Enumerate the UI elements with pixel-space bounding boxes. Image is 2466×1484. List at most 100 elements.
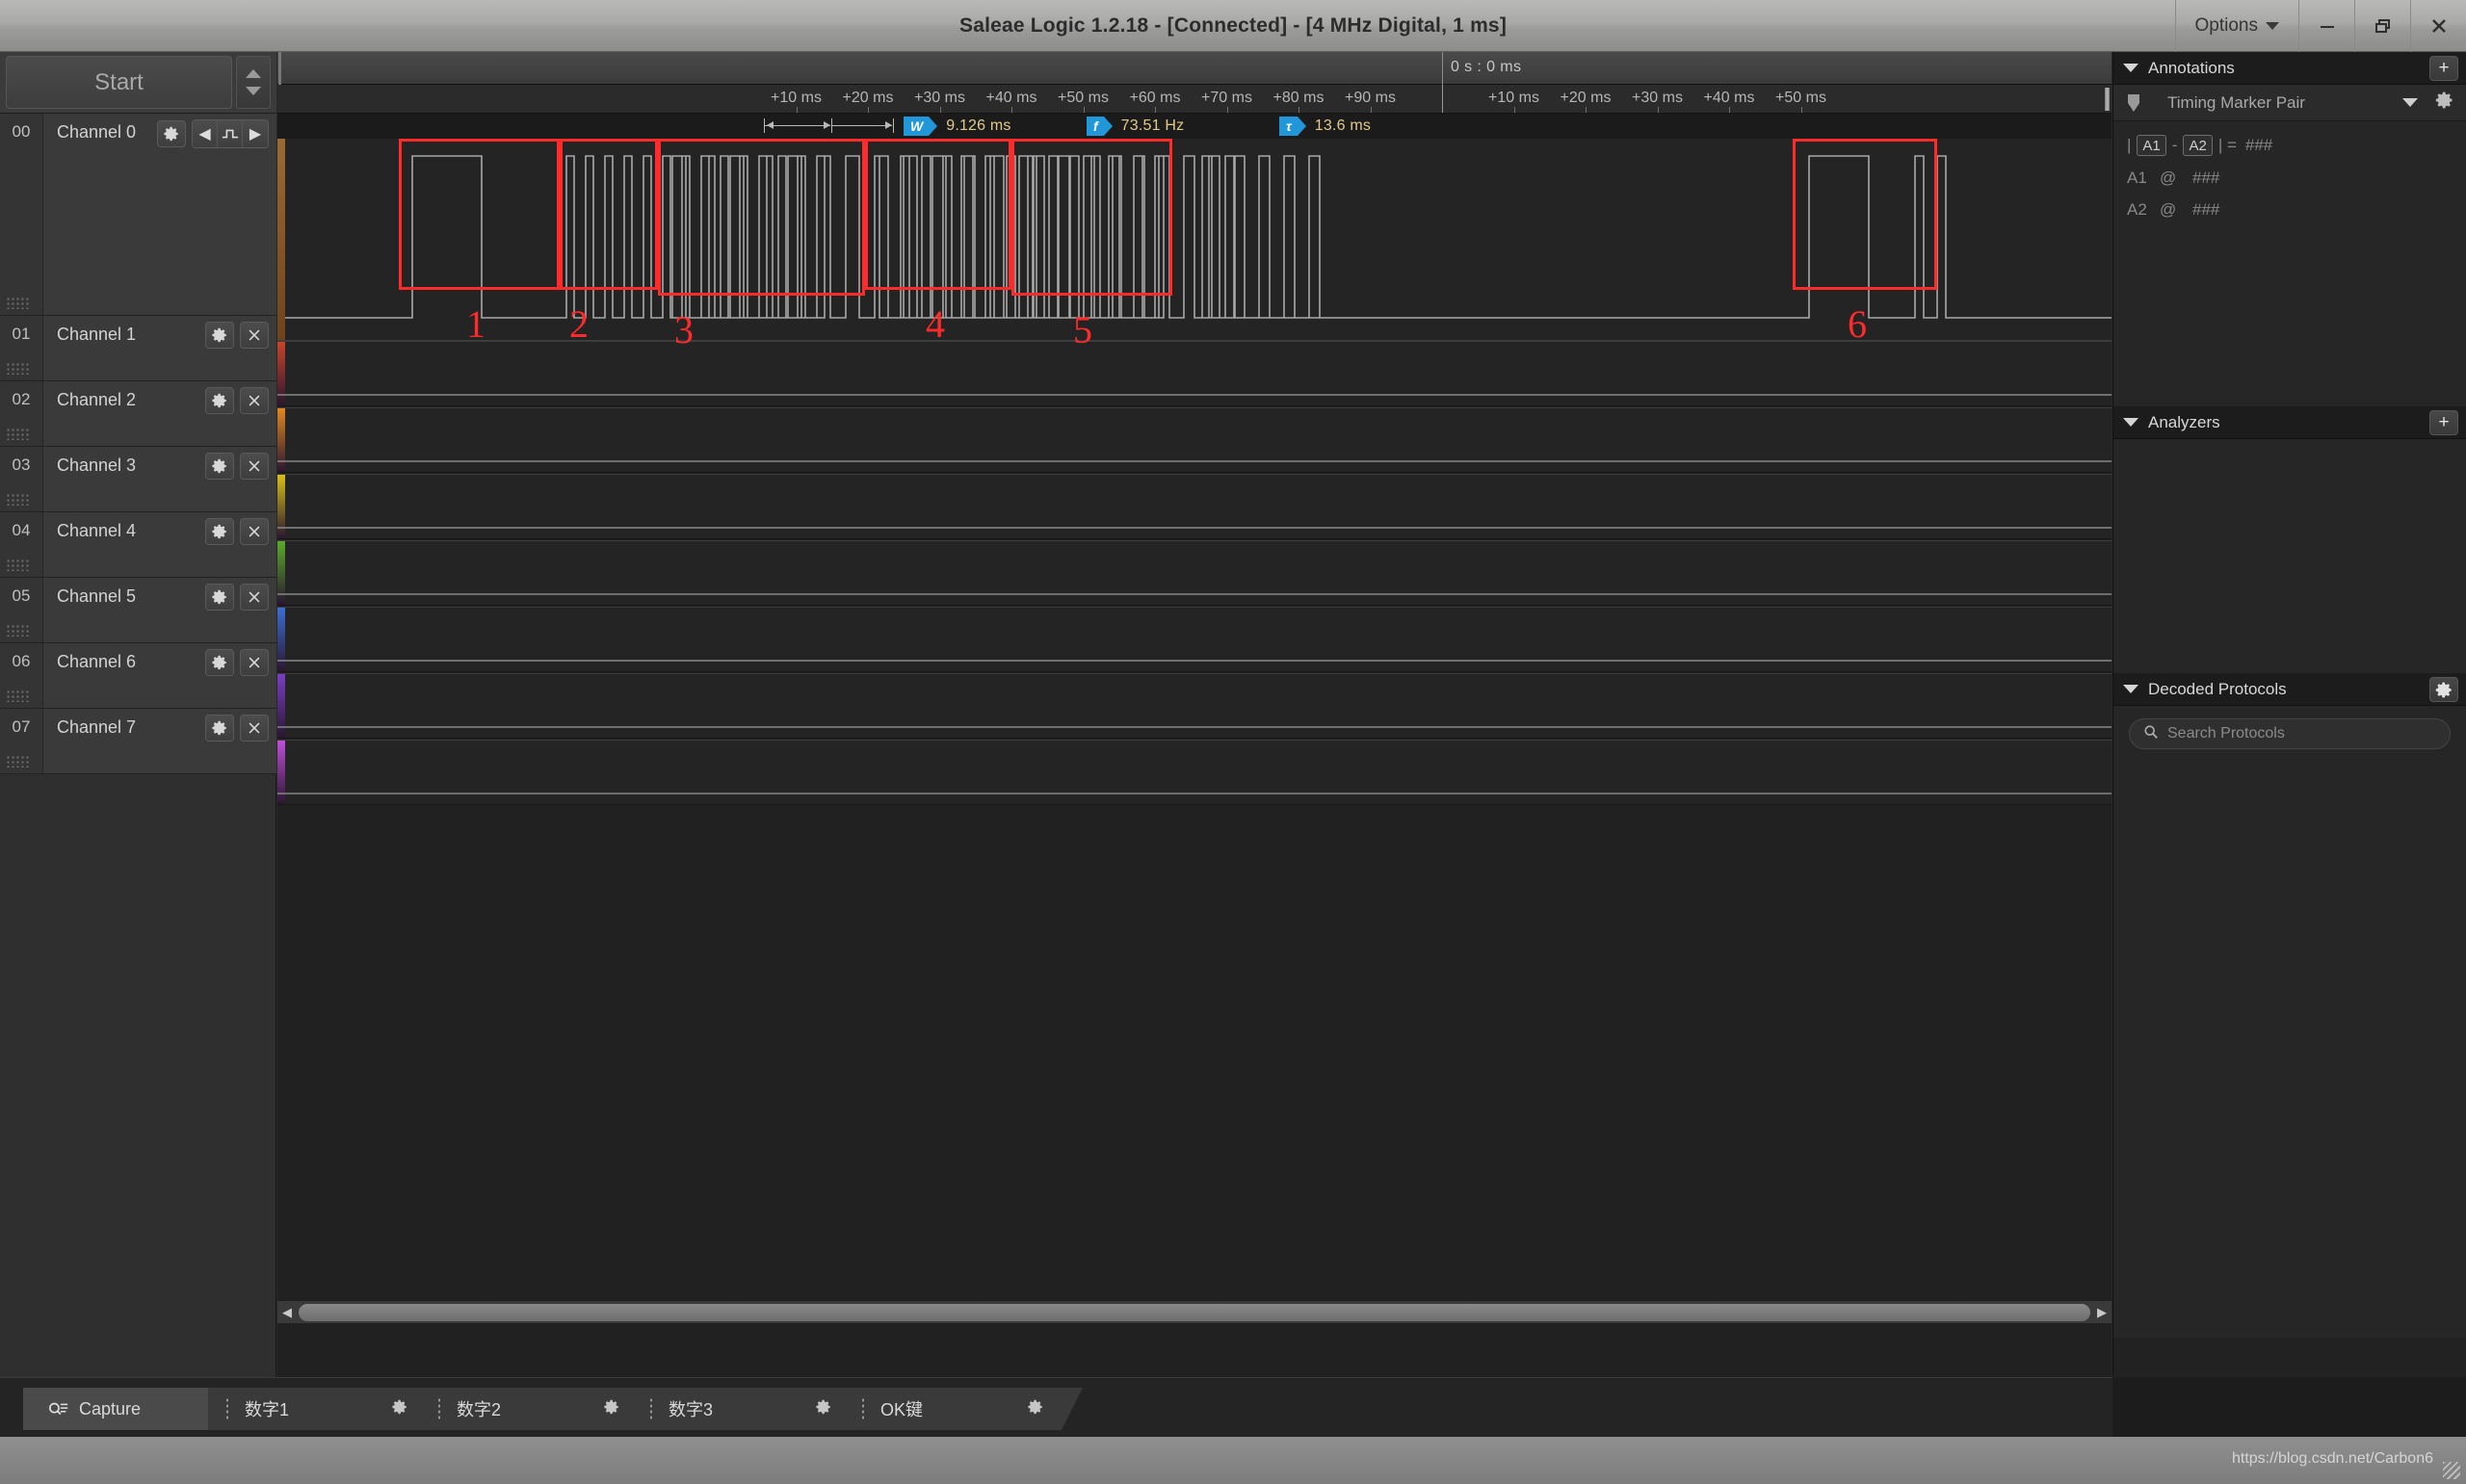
channel-5-remove-icon[interactable] — [240, 584, 269, 611]
capture-settings-stepper[interactable] — [236, 56, 271, 109]
search-icon — [2143, 724, 2159, 744]
channel-1-remove-icon[interactable] — [240, 322, 269, 349]
ruler-label-right-0: +10 ms — [1488, 90, 1539, 107]
annotations-panel-header[interactable]: Annotations + — [2113, 52, 2466, 85]
channel-5-waveform[interactable] — [277, 607, 2112, 672]
collapse-triangle-icon[interactable] — [2123, 418, 2138, 427]
channel-2-signal-line — [277, 460, 2112, 462]
channel-4-settings-gear-icon[interactable] — [205, 518, 234, 545]
analyzers-panel-header[interactable]: Analyzers + — [2113, 406, 2466, 439]
channel-drag-grip[interactable] — [6, 362, 31, 375]
channel-0-settings-gear-icon[interactable] — [157, 120, 186, 147]
stepper-up-icon[interactable] — [246, 69, 261, 78]
tab-3[interactable]: 数字3 — [632, 1388, 850, 1430]
tab-drag-dots[interactable] — [649, 1397, 653, 1420]
tab-4-settings-gear-icon[interactable] — [1027, 1398, 1044, 1420]
marker-a2-key[interactable]: A2 — [2183, 135, 2212, 156]
marker-a1-key[interactable]: A1 — [2137, 135, 2165, 156]
tab-3-settings-gear-icon[interactable] — [815, 1398, 832, 1420]
channel-3-waveform[interactable] — [277, 474, 2112, 539]
scroll-right-arrow-icon[interactable]: ▶ — [2092, 1302, 2112, 1323]
channel-row-6[interactable]: 06Channel 6 — [0, 643, 276, 709]
timeline-right-handle[interactable] — [2105, 88, 2110, 111]
channel-2-settings-gear-icon[interactable] — [205, 387, 234, 414]
channel-2-remove-icon[interactable] — [240, 387, 269, 414]
measurement-2-tag: τ — [1279, 117, 1298, 136]
channel-row-0[interactable]: 00Channel 0◀▶ — [0, 114, 276, 316]
marker-pin-icon — [2113, 92, 2154, 114]
channel-drag-grip[interactable] — [6, 297, 31, 309]
scrollbar-thumb[interactable] — [299, 1304, 2090, 1321]
scroll-left-arrow-icon[interactable]: ◀ — [277, 1302, 297, 1323]
window-resize-grip[interactable] — [2443, 1462, 2460, 1479]
channel-5-settings-gear-icon[interactable] — [205, 584, 234, 611]
horizontal-scrollbar[interactable]: ◀ ▶ — [277, 1300, 2112, 1323]
channel-6-index: 06 — [0, 643, 43, 708]
timing-marker-pair-row[interactable]: Timing Marker Pair — [2113, 85, 2466, 121]
protocols-settings-button[interactable] — [2429, 677, 2458, 702]
channel-row-2[interactable]: 02Channel 2 — [0, 381, 276, 447]
markup-label-2: 2 — [569, 301, 589, 347]
channel-drag-grip[interactable] — [6, 624, 31, 637]
tab-slant-edge — [1062, 1388, 1083, 1430]
ruler-tick — [1801, 107, 1802, 113]
decoded-protocols-panel-header[interactable]: Decoded Protocols — [2113, 673, 2466, 706]
measurement-chip-1: f73.51 Hz — [1087, 117, 1184, 136]
close-button[interactable] — [2410, 0, 2466, 52]
channel-4-color-strip — [277, 541, 285, 605]
tab-drag-dots[interactable] — [861, 1397, 865, 1420]
tab-1-settings-gear-icon[interactable] — [391, 1398, 408, 1420]
ruler-tick — [1227, 107, 1228, 113]
collapse-triangle-icon[interactable] — [2123, 685, 2138, 693]
add-analyzer-button[interactable]: + — [2429, 410, 2458, 435]
channel-0-prev-edge-icon[interactable]: ◀ — [193, 120, 218, 147]
channel-3-settings-gear-icon[interactable] — [205, 453, 234, 480]
minimize-button[interactable] — [2298, 0, 2354, 52]
channel-drag-grip[interactable] — [6, 493, 31, 506]
channel-row-1[interactable]: 01Channel 1 — [0, 316, 276, 381]
stepper-down-icon[interactable] — [246, 87, 261, 95]
protocol-search-box[interactable]: Search Protocols — [2129, 718, 2451, 749]
tab-drag-dots[interactable] — [225, 1397, 229, 1420]
channel-7-settings-gear-icon[interactable] — [205, 715, 234, 742]
channel-7-remove-icon[interactable] — [240, 715, 269, 742]
channel-7-waveform[interactable] — [277, 740, 2112, 805]
timeline-header[interactable]: 0 s : 0 ms — [277, 52, 2112, 85]
add-annotation-button[interactable]: + — [2429, 56, 2458, 81]
minimize-icon — [2317, 15, 2338, 37]
tab-4[interactable]: OK键 — [844, 1388, 1062, 1430]
channel-row-7[interactable]: 07Channel 7 — [0, 709, 276, 774]
channel-drag-grip[interactable] — [6, 428, 31, 440]
tab-drag-dots[interactable] — [437, 1397, 441, 1420]
channel-0-square-wave-icon[interactable] — [218, 120, 243, 147]
waveform-graph: 0 s : 0 ms +10 ms+20 ms+30 ms+40 ms+50 m… — [277, 52, 2112, 1377]
start-capture-button[interactable]: Start — [6, 56, 232, 109]
channel-6-settings-gear-icon[interactable] — [205, 649, 234, 676]
channel-2-waveform[interactable] — [277, 407, 2112, 473]
collapse-triangle-icon[interactable] — [2123, 64, 2138, 72]
channel-6-waveform[interactable] — [277, 673, 2112, 739]
channel-drag-grip[interactable] — [6, 690, 31, 702]
channel-1-settings-gear-icon[interactable] — [205, 322, 234, 349]
channel-row-4[interactable]: 04Channel 4 — [0, 512, 276, 578]
channel-0-nav-group[interactable]: ◀▶ — [192, 119, 269, 148]
marker-settings-gear-icon[interactable] — [2435, 91, 2454, 115]
channel-drag-grip[interactable] — [6, 559, 31, 571]
tab-0[interactable]: Capture — [23, 1388, 214, 1430]
restore-button[interactable] — [2354, 0, 2410, 52]
options-menu-button[interactable]: Options — [2175, 0, 2298, 52]
channel-4-remove-icon[interactable] — [240, 518, 269, 545]
channel-row-5[interactable]: 05Channel 5 — [0, 578, 276, 643]
channel-4-waveform[interactable] — [277, 540, 2112, 606]
marker-dropdown-icon[interactable] — [2402, 98, 2418, 107]
channel-0-next-edge-icon[interactable]: ▶ — [243, 120, 268, 147]
channel-6-remove-icon[interactable] — [240, 649, 269, 676]
channel-row-3[interactable]: 03Channel 3 — [0, 447, 276, 512]
measurement-chip-0: W9.126 ms — [904, 117, 1011, 136]
tab-2[interactable]: 数字2 — [420, 1388, 638, 1430]
tab-1[interactable]: 数字1 — [208, 1388, 426, 1430]
channel-3-remove-icon[interactable] — [240, 453, 269, 480]
timeline-ruler[interactable]: +10 ms+20 ms+30 ms+40 ms+50 ms+60 ms+70 … — [277, 85, 2112, 114]
channel-drag-grip[interactable] — [6, 755, 31, 768]
tab-2-settings-gear-icon[interactable] — [603, 1398, 620, 1420]
